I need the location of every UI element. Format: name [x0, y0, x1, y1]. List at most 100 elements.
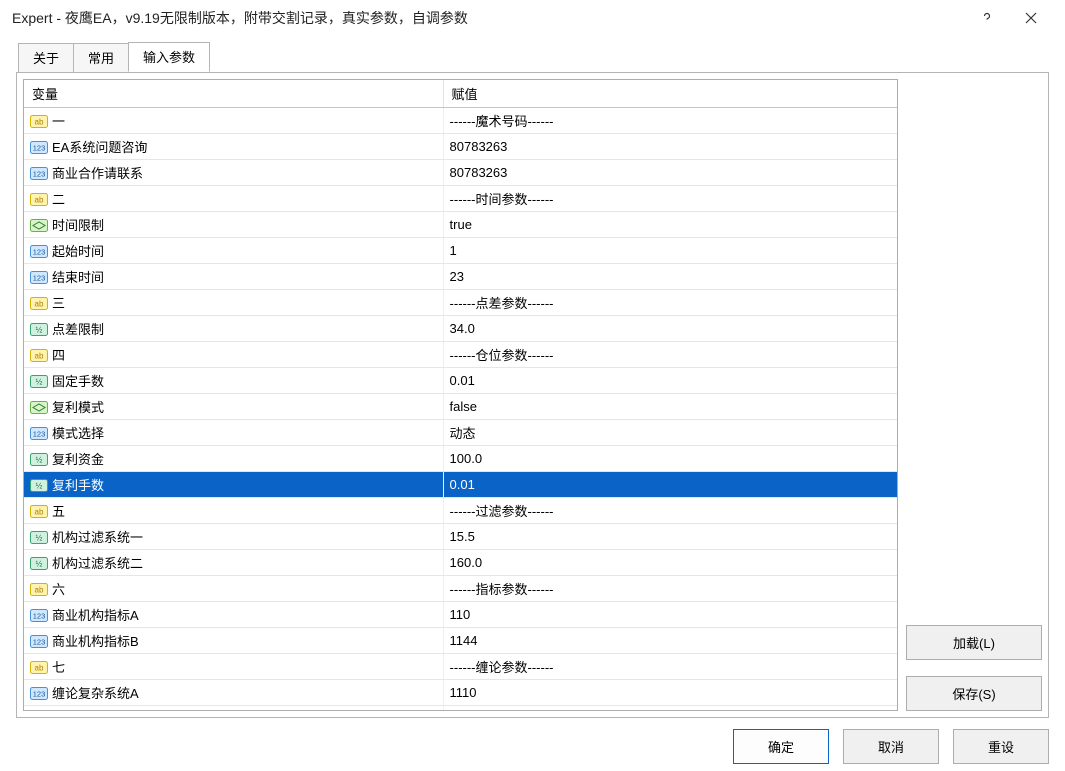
param-name-cell[interactable]: 结束时间 — [24, 264, 443, 290]
table-row[interactable]: 机构过滤系统一15.5 — [24, 524, 897, 550]
param-value-cell[interactable]: 1110 — [443, 680, 897, 706]
param-value-cell[interactable]: 80783263 — [443, 160, 897, 186]
column-header-value[interactable]: 赋值 — [443, 80, 897, 108]
load-button[interactable]: 加载(L) — [906, 625, 1042, 660]
table-row[interactable]: 复利手数0.01 — [24, 472, 897, 498]
tab-panel: 变量 赋值 一------魔术号码------EA系统问题咨询80783263商… — [16, 72, 1049, 718]
table-row[interactable]: 模式选择动态 — [24, 420, 897, 446]
help-button[interactable] — [965, 0, 1009, 36]
table-row[interactable]: 四------仓位参数------ — [24, 342, 897, 368]
param-value-cell[interactable]: 1 — [443, 238, 897, 264]
param-name-cell[interactable]: 复利资金 — [24, 446, 443, 472]
param-value-cell[interactable]: ------缠论参数------ — [443, 654, 897, 680]
table-row[interactable]: 七------缠论参数------ — [24, 654, 897, 680]
param-value-cell[interactable]: ------过滤参数------ — [443, 498, 897, 524]
table-row[interactable]: EA系统问题咨询80783263 — [24, 134, 897, 160]
param-name-cell[interactable]: 缠论复杂系统B — [24, 706, 443, 711]
param-value-cell[interactable]: 160.0 — [443, 550, 897, 576]
param-name-cell[interactable]: 二 — [24, 186, 443, 212]
param-name-cell[interactable]: 五 — [24, 498, 443, 524]
param-name-cell[interactable]: 复利手数 — [24, 472, 443, 498]
param-name-cell[interactable]: 商业合作请联系 — [24, 160, 443, 186]
param-name-cell[interactable]: 三 — [24, 290, 443, 316]
table-row[interactable]: 缠论复杂系统B18.5 — [24, 706, 897, 711]
table-row[interactable]: 六------指标参数------ — [24, 576, 897, 602]
reset-button[interactable]: 重设 — [953, 729, 1049, 764]
param-name-cell[interactable]: 点差限制 — [24, 316, 443, 342]
frac-type-icon — [30, 451, 48, 467]
tab-about[interactable]: 关于 — [18, 43, 74, 72]
table-row[interactable]: 商业机构指标B 1144 — [24, 628, 897, 654]
param-value-cell[interactable]: 80783263 — [443, 134, 897, 160]
param-name-cell[interactable]: 机构过滤系统一 — [24, 524, 443, 550]
param-value-cell[interactable]: ------时间参数------ — [443, 186, 897, 212]
table-row[interactable]: 一 ------魔术号码------ — [24, 108, 897, 134]
table-row[interactable]: 固定手数0.01 — [24, 368, 897, 394]
table-row[interactable]: 时间限制true — [24, 212, 897, 238]
table-row[interactable]: 缠论复杂系统A1110 — [24, 680, 897, 706]
param-name-cell[interactable]: 复利模式 — [24, 394, 443, 420]
param-name-cell[interactable]: 起始时间 — [24, 238, 443, 264]
window-title: Expert - 夜鹰EA，v9.19无限制版本，附带交割记录，真实参数，自调参… — [12, 8, 965, 28]
param-value-cell[interactable]: false — [443, 394, 897, 420]
table-row[interactable]: 点差限制34.0 — [24, 316, 897, 342]
param-value-cell[interactable]: 100.0 — [443, 446, 897, 472]
param-name-cell[interactable]: 商业机构指标A — [24, 602, 443, 628]
param-value-cell[interactable]: ------仓位参数------ — [443, 342, 897, 368]
param-name-cell[interactable]: 六 — [24, 576, 443, 602]
param-value-cell[interactable]: 34.0 — [443, 316, 897, 342]
param-value-cell[interactable]: 0.01 — [443, 472, 897, 498]
ok-button[interactable]: 确定 — [733, 729, 829, 764]
param-name-cell[interactable]: 一 — [24, 108, 443, 134]
tab-common[interactable]: 常用 — [73, 43, 129, 72]
param-value-cell[interactable]: 0.01 — [443, 368, 897, 394]
param-value-cell[interactable]: 15.5 — [443, 524, 897, 550]
param-value-cell[interactable]: 1144 — [443, 628, 897, 654]
param-value-cell[interactable]: 23 — [443, 264, 897, 290]
titlebar: Expert - 夜鹰EA，v9.19无限制版本，附带交割记录，真实参数，自调参… — [0, 0, 1065, 36]
tab-inputs[interactable]: 输入参数 — [128, 42, 210, 72]
param-name-cell[interactable]: 七 — [24, 654, 443, 680]
param-name-label: 五 — [52, 501, 65, 520]
ab-type-icon — [30, 347, 48, 363]
param-name-cell[interactable]: 固定手数 — [24, 368, 443, 394]
close-button[interactable] — [1009, 0, 1053, 36]
param-name-cell[interactable]: 模式选择 — [24, 420, 443, 446]
param-value-cell[interactable]: true — [443, 212, 897, 238]
table-row[interactable]: 结束时间23 — [24, 264, 897, 290]
param-name-cell[interactable]: 时间限制 — [24, 212, 443, 238]
param-name-cell[interactable]: EA系统问题咨询 — [24, 134, 443, 160]
cancel-button[interactable]: 取消 — [843, 729, 939, 764]
column-header-variable[interactable]: 变量 — [24, 80, 443, 108]
param-name-cell[interactable]: 四 — [24, 342, 443, 368]
param-value-cell[interactable]: 18.5 — [443, 706, 897, 711]
ab-type-icon — [30, 659, 48, 675]
table-row[interactable]: 五 ------过滤参数------ — [24, 498, 897, 524]
ab-type-icon — [30, 503, 48, 519]
table-row[interactable]: 三------点差参数------ — [24, 290, 897, 316]
table-row[interactable]: 复利资金100.0 — [24, 446, 897, 472]
params-table-scroll[interactable]: 变量 赋值 一------魔术号码------EA系统问题咨询80783263商… — [24, 80, 897, 710]
param-value-cell[interactable]: ------点差参数------ — [443, 290, 897, 316]
param-name-label: 一 — [52, 111, 65, 130]
param-name-cell[interactable]: 商业机构指标B — [24, 628, 443, 654]
table-row[interactable]: 起始时间1 — [24, 238, 897, 264]
i123-type-icon — [30, 139, 48, 155]
param-value-cell[interactable]: 110 — [443, 602, 897, 628]
param-value-cell[interactable]: ------魔术号码------ — [443, 108, 897, 134]
params-table: 变量 赋值 一------魔术号码------EA系统问题咨询80783263商… — [24, 80, 897, 710]
param-value-cell[interactable]: 动态 — [443, 420, 897, 446]
param-name-cell[interactable]: 缠论复杂系统A — [24, 680, 443, 706]
save-button[interactable]: 保存(S) — [906, 676, 1042, 711]
table-row[interactable]: 复利模式 false — [24, 394, 897, 420]
table-row[interactable]: 商业合作请联系80783263 — [24, 160, 897, 186]
table-row[interactable]: 二 ------时间参数------ — [24, 186, 897, 212]
frac-type-icon — [30, 555, 48, 571]
param-name-cell[interactable]: 机构过滤系统二 — [24, 550, 443, 576]
param-name-label: 复利模式 — [52, 397, 104, 416]
param-value-cell[interactable]: ------指标参数------ — [443, 576, 897, 602]
table-row[interactable]: 商业机构指标A110 — [24, 602, 897, 628]
table-row[interactable]: 机构过滤系统二160.0 — [24, 550, 897, 576]
param-name-label: 商业机构指标B — [52, 631, 139, 650]
param-name-label: 二 — [52, 189, 65, 208]
